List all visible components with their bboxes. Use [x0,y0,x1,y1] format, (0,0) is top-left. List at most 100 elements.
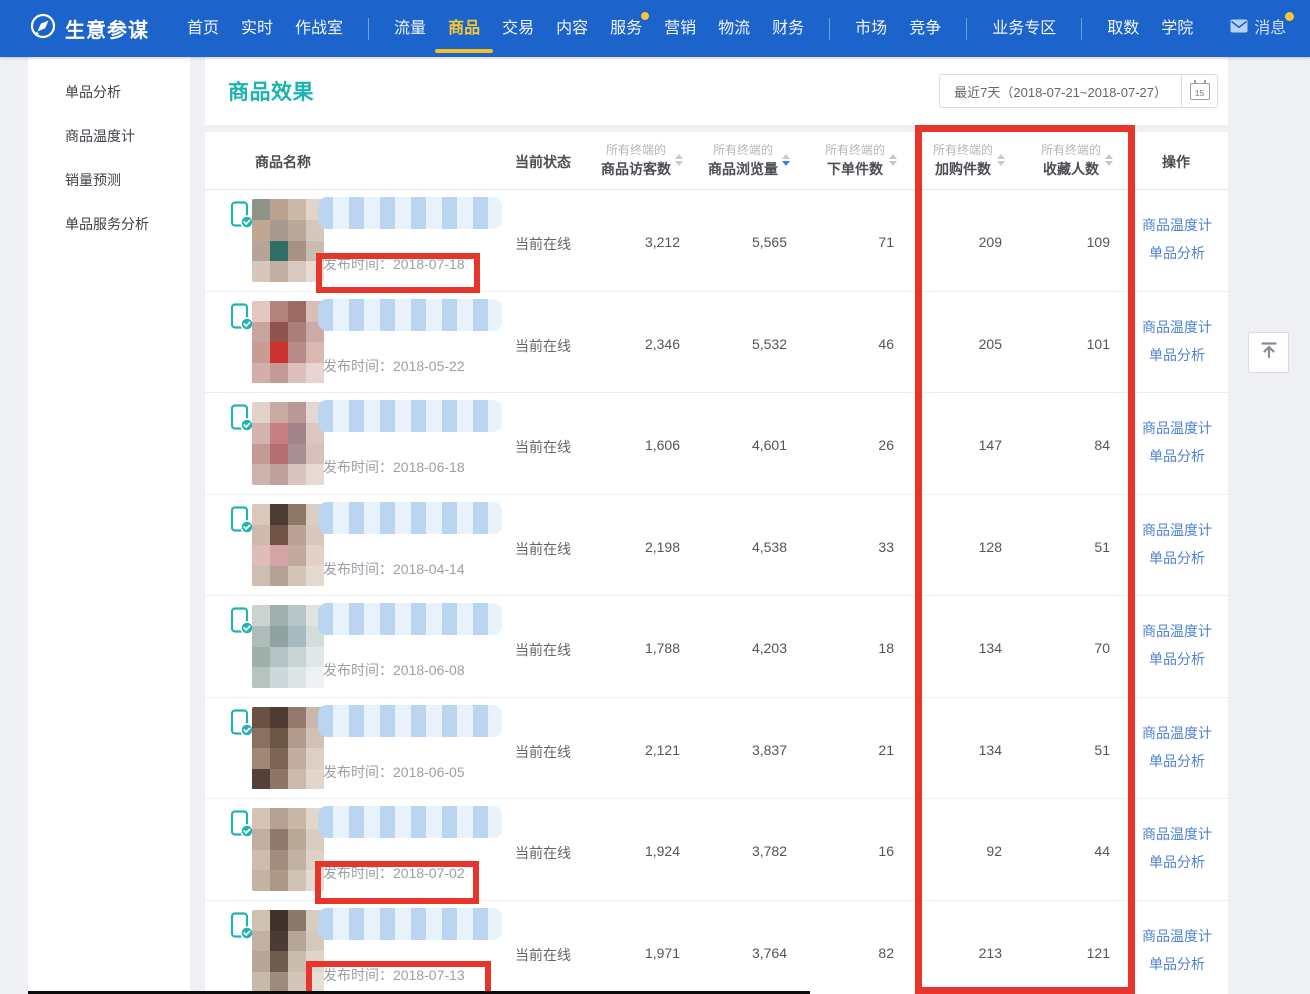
sort-toggle-icon[interactable] [1105,154,1113,166]
product-title-blurred[interactable] [318,299,502,331]
product-image-blurred[interactable] [252,301,324,384]
product-title-blurred[interactable] [318,502,502,534]
link-goods-thermometer[interactable]: 商品温度计 [1137,926,1217,946]
brand-name: 生意参谋 [65,14,149,43]
cart-adds-value: 205 [892,336,1002,352]
col-header-metric-label: 商品访客数 [601,159,671,179]
table-row: 发布时间：2018-06-05 当前在线 2,121 3,837 21 134 … [205,698,1228,800]
sort-toggle-icon-active-desc[interactable] [782,154,790,166]
nav-item-finance[interactable]: 财务 [772,0,804,57]
nav-item-home[interactable]: 首页 [187,0,219,57]
link-goods-thermometer[interactable]: 商品温度计 [1137,723,1217,743]
col-header-current-status: 当前状态 [515,152,571,172]
nav-item-business-zone[interactable]: 业务专区 [992,0,1056,57]
sort-toggle-icon[interactable] [889,154,897,166]
link-goods-thermometer[interactable]: 商品温度计 [1137,215,1217,235]
publish-time: 发布时间：2018-07-13 [323,965,465,985]
sidebar-item-goods-thermometer[interactable]: 商品温度计 [28,114,190,158]
product-image-blurred[interactable] [252,808,324,891]
product-image-blurred[interactable] [252,707,324,790]
pageviews-value: 5,532 [677,336,787,352]
product-title-blurred[interactable] [318,197,502,229]
col-header-prefix: 所有终端的 [1041,141,1101,159]
brand[interactable]: 生意参谋 [30,13,149,44]
product-title-blurred[interactable] [318,806,502,838]
product-image-blurred[interactable] [252,504,324,587]
favorites-value: 109 [1000,234,1110,250]
nav-item-market[interactable]: 市场 [855,0,887,57]
link-item-analysis[interactable]: 单品分析 [1137,954,1217,974]
sort-toggle-icon[interactable] [675,154,683,166]
visitors-value: 1,971 [570,945,680,961]
nav-item-academy[interactable]: 学院 [1161,0,1193,57]
nav-item-warroom[interactable]: 作战室 [295,0,343,57]
pageviews-value: 3,837 [677,742,787,758]
nav-item-competition[interactable]: 竞争 [909,0,941,57]
nav-item-content[interactable]: 内容 [556,0,588,57]
sidebar-item-sales-forecast[interactable]: 销量预测 [28,158,190,202]
page-title: 商品效果 [228,76,314,106]
nav-item-marketing[interactable]: 营销 [664,0,696,57]
mobile-verified-icon [230,810,254,843]
col-header-product-name: 商品名称 [255,152,311,172]
product-image-blurred[interactable] [252,199,324,282]
messages-badge-dot [1285,12,1294,21]
product-title-blurred[interactable] [318,603,502,635]
link-item-analysis[interactable]: 单品分析 [1137,649,1217,669]
sidebar-item-item-analysis[interactable]: 单品分析 [28,70,190,114]
link-item-analysis[interactable]: 单品分析 [1137,852,1217,872]
envelope-icon [1230,19,1248,38]
sycm-logo-icon [30,13,56,44]
date-range-picker[interactable]: 最近7天（2018-07-21~2018-07-27） 15 [939,74,1218,108]
col-header-favorites[interactable]: 所有终端的 收藏人数 [1041,141,1113,179]
status-value: 当前在线 [515,640,571,660]
product-title-blurred[interactable] [318,908,502,940]
date-range-label[interactable]: 最近7天（2018-07-21~2018-07-27） [940,75,1181,107]
link-goods-thermometer[interactable]: 商品温度计 [1137,317,1217,337]
cart-adds-value: 92 [892,843,1002,859]
sidebar-item-item-service-analysis[interactable]: 单品服务分析 [28,202,190,246]
cart-adds-value: 134 [892,742,1002,758]
nav-item-messages[interactable]: 消息 [1254,0,1286,57]
back-to-top-button[interactable] [1248,332,1289,373]
nav-item-traffic[interactable]: 流量 [394,0,426,57]
link-goods-thermometer[interactable]: 商品温度计 [1137,418,1217,438]
nav-item-service[interactable]: 服务 [610,0,642,57]
pageviews-value: 3,764 [677,945,787,961]
nav-item-trade[interactable]: 交易 [502,0,534,57]
link-goods-thermometer[interactable]: 商品温度计 [1137,621,1217,641]
goods-effect-table: 商品名称 当前状态 所有终端的 商品访客数 所有终端的 商品浏览量 所有终端的 … [205,132,1228,994]
product-image-blurred[interactable] [252,402,324,485]
link-goods-thermometer[interactable]: 商品温度计 [1137,520,1217,540]
product-image-blurred[interactable] [252,605,324,688]
mobile-verified-icon [230,303,254,336]
mobile-verified-icon [230,404,254,437]
col-header-cart-adds[interactable]: 所有终端的 加购件数 [933,141,1005,179]
favorites-value: 121 [1000,945,1110,961]
messages-entry[interactable]: 消息 [1230,0,1286,57]
col-header-pageviews[interactable]: 所有终端的 商品浏览量 [708,141,790,179]
nav-item-data-fetch[interactable]: 取数 [1107,0,1139,57]
product-title-blurred[interactable] [318,705,502,737]
calendar-button[interactable]: 15 [1181,75,1217,107]
link-item-analysis[interactable]: 单品分析 [1137,446,1217,466]
col-header-order-items[interactable]: 所有终端的 下单件数 [825,141,897,179]
nav-divider [829,18,830,40]
table-row: 发布时间：2018-07-02 当前在线 1,924 3,782 16 92 4… [205,799,1228,901]
sort-toggle-icon[interactable] [997,154,1005,166]
col-header-metric-label: 收藏人数 [1041,159,1101,179]
link-item-analysis[interactable]: 单品分析 [1137,751,1217,771]
link-item-analysis[interactable]: 单品分析 [1137,243,1217,263]
link-goods-thermometer[interactable]: 商品温度计 [1137,824,1217,844]
link-item-analysis[interactable]: 单品分析 [1137,548,1217,568]
nav-item-logistics[interactable]: 物流 [718,0,750,57]
nav-item-realtime[interactable]: 实时 [241,0,273,57]
pageviews-value: 3,782 [677,843,787,859]
product-image-blurred[interactable] [252,910,324,993]
link-item-analysis[interactable]: 单品分析 [1137,345,1217,365]
cart-adds-value: 209 [892,234,1002,250]
favorites-value: 51 [1000,742,1110,758]
nav-item-goods[interactable]: 商品 [448,0,480,57]
col-header-visitors[interactable]: 所有终端的 商品访客数 [601,141,683,179]
product-title-blurred[interactable] [318,400,502,432]
